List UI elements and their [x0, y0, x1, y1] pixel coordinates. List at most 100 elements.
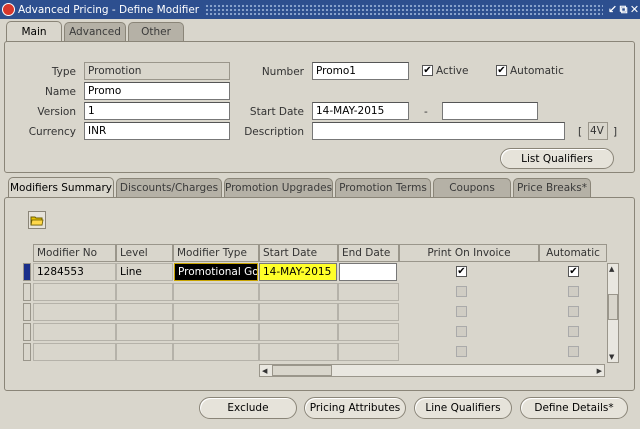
cell-modifier-type[interactable] [173, 323, 259, 341]
number-label: Number [261, 66, 304, 78]
number-field[interactable]: Promo1 [312, 62, 409, 80]
list-qualifiers-button[interactable]: List Qualifiers [500, 148, 614, 169]
oracle-icon [2, 3, 15, 16]
tab-promotion-upgrades[interactable]: Promotion Upgrades [224, 178, 333, 197]
minimize-icon[interactable]: ↙ [607, 3, 618, 16]
cell-start-date[interactable] [259, 303, 338, 321]
window-title-bar: Advanced Pricing - Define Modifier ↙ ⧉ ✕ [0, 0, 640, 19]
automatic-row-checkbox[interactable] [568, 326, 579, 337]
date-separator: - [424, 106, 428, 118]
cell-level[interactable] [116, 283, 173, 301]
version-label: Version [37, 106, 76, 118]
cell-modifier-type[interactable]: Promotional Go [174, 263, 258, 281]
start-date-label: Start Date [249, 106, 304, 118]
define-details-button[interactable]: Define Details* [520, 397, 628, 419]
cell-modifier-no[interactable]: 1284553 [33, 263, 116, 281]
tab-price-breaks[interactable]: Price Breaks* [513, 178, 591, 197]
cell-start-date[interactable] [259, 283, 338, 301]
cell-end-date[interactable] [338, 343, 399, 361]
type-field: Promotion [84, 62, 230, 80]
maximize-icon[interactable]: ⧉ [618, 3, 629, 17]
tab-main[interactable]: Main [6, 21, 62, 42]
automatic-row-checkbox[interactable] [568, 306, 579, 317]
start-date-field[interactable]: 14-MAY-2015 [312, 102, 409, 120]
row-selector[interactable] [23, 303, 31, 321]
currency-label: Currency [28, 126, 76, 138]
row-selector-current[interactable] [23, 263, 31, 281]
pricing-attributes-button[interactable]: Pricing Attributes [304, 397, 406, 419]
cell-modifier-no[interactable] [33, 283, 116, 301]
cell-level[interactable]: Line [116, 263, 173, 281]
cell-end-date[interactable] [338, 283, 399, 301]
cell-modifier-type[interactable] [173, 283, 259, 301]
cell-end-date[interactable] [339, 263, 397, 281]
tab-coupons[interactable]: Coupons [433, 178, 511, 197]
flex-close-bracket: ] [613, 126, 618, 138]
folder-icon[interactable] [28, 211, 46, 229]
automatic-label: Automatic [510, 65, 564, 77]
row-selector[interactable] [23, 323, 31, 341]
currency-field[interactable]: INR [84, 122, 230, 140]
scroll-right-arrow-icon[interactable]: ▶ [597, 366, 602, 376]
cell-level[interactable] [116, 323, 173, 341]
end-date-field[interactable] [442, 102, 538, 120]
row-selector[interactable] [23, 343, 31, 361]
col-header-start-date[interactable]: Start Date [259, 244, 338, 262]
automatic-checkbox[interactable]: ✔ [496, 65, 507, 76]
print-on-invoice-checkbox[interactable]: ✔ [456, 266, 467, 277]
cell-start-date[interactable] [259, 323, 338, 341]
horizontal-scroll-thumb[interactable] [272, 365, 332, 376]
cell-start-date[interactable] [259, 343, 338, 361]
row-selector[interactable] [23, 283, 31, 301]
tab-promotion-terms[interactable]: Promotion Terms [335, 178, 431, 197]
col-header-modifier-no[interactable]: Modifier No [33, 244, 116, 262]
tab-modifiers-summary[interactable]: Modifiers Summary [8, 177, 114, 198]
automatic-row-checkbox[interactable]: ✔ [568, 266, 579, 277]
description-field[interactable] [312, 122, 565, 140]
cell-level[interactable] [116, 303, 173, 321]
automatic-row-checkbox[interactable] [568, 346, 579, 357]
vertical-scroll-thumb[interactable] [608, 294, 618, 320]
name-label: Name [45, 86, 76, 98]
print-on-invoice-checkbox[interactable] [456, 326, 467, 337]
active-label: Active [436, 65, 469, 77]
version-field[interactable]: 1 [84, 102, 230, 120]
horizontal-scrollbar[interactable]: ◀ ▶ [259, 364, 605, 377]
scroll-up-arrow-icon[interactable]: ▲ [609, 265, 614, 273]
cell-modifier-type[interactable] [173, 343, 259, 361]
scroll-down-arrow-icon[interactable]: ▼ [609, 353, 614, 361]
exclude-button[interactable]: Exclude [199, 397, 297, 419]
print-on-invoice-checkbox[interactable] [456, 346, 467, 357]
line-qualifiers-button[interactable]: Line Qualifiers [414, 397, 512, 419]
cell-end-date[interactable] [338, 303, 399, 321]
col-header-automatic[interactable]: Automatic [539, 244, 607, 262]
cell-modifier-no[interactable] [33, 343, 116, 361]
tab-advanced[interactable]: Advanced [64, 22, 126, 41]
tab-other[interactable]: Other [128, 22, 184, 41]
col-header-print-on-invoice[interactable]: Print On Invoice [399, 244, 539, 262]
col-header-level[interactable]: Level [116, 244, 173, 262]
print-on-invoice-checkbox[interactable] [456, 286, 467, 297]
description-label: Description [244, 126, 304, 138]
name-field[interactable]: Promo [84, 82, 230, 100]
tab-discounts-charges[interactable]: Discounts/Charges [116, 178, 222, 197]
cell-modifier-no[interactable] [33, 323, 116, 341]
window-title: Advanced Pricing - Define Modifier [18, 3, 200, 16]
scroll-left-arrow-icon[interactable]: ◀ [262, 366, 267, 376]
cell-modifier-no[interactable] [33, 303, 116, 321]
close-icon[interactable]: ✕ [629, 3, 640, 16]
cell-end-date[interactable] [338, 323, 399, 341]
type-label: Type [51, 66, 76, 78]
automatic-row-checkbox[interactable] [568, 286, 579, 297]
cell-level[interactable] [116, 343, 173, 361]
active-checkbox[interactable]: ✔ [422, 65, 433, 76]
cell-start-date[interactable]: 14-MAY-2015 [259, 263, 337, 281]
print-on-invoice-checkbox[interactable] [456, 306, 467, 317]
vertical-scrollbar[interactable]: ▲ ▼ [607, 263, 619, 363]
col-header-modifier-type[interactable]: Modifier Type [173, 244, 259, 262]
title-bar-grip [205, 4, 603, 15]
col-header-end-date[interactable]: End Date [338, 244, 399, 262]
flex-open-bracket: [ [578, 126, 583, 138]
flexfield[interactable]: 4V [588, 122, 608, 140]
cell-modifier-type[interactable] [173, 303, 259, 321]
